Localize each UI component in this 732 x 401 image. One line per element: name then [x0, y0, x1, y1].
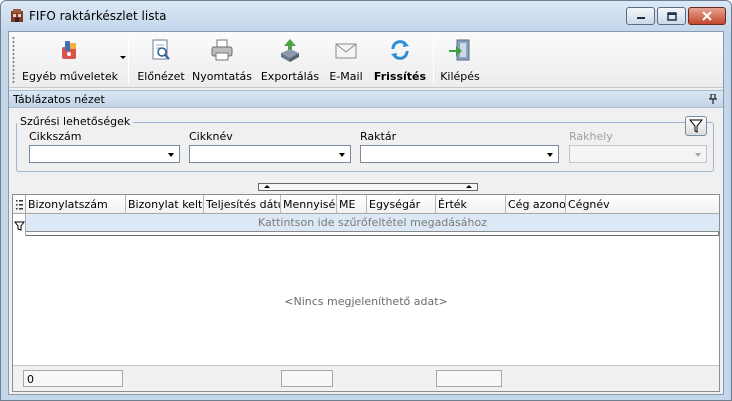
- raktar-combo[interactable]: [360, 145, 559, 163]
- column-header-bizonylatszam[interactable]: Bizonylatszám: [26, 195, 126, 214]
- export-button[interactable]: Exportálás: [259, 34, 321, 86]
- footer-sum-value: [436, 370, 502, 387]
- minimize-button[interactable]: [626, 7, 655, 25]
- column-header-ertek[interactable]: Érték: [436, 195, 506, 214]
- print-label: Nyomtatás: [191, 70, 253, 83]
- exit-label: Kilépés: [440, 70, 480, 83]
- chevron-down-icon: [695, 153, 701, 157]
- cikknev-label: Cikknév: [189, 130, 233, 143]
- column-header-egysegar[interactable]: Egységár: [367, 195, 436, 214]
- maximize-icon: [666, 11, 677, 21]
- filter-row-hint[interactable]: Kattintson ide szűrőfeltétel megadásához: [26, 216, 719, 229]
- tools-icon: [62, 41, 76, 59]
- data-grid: Bizonylatszám Bizonylat kelte Teljesítés…: [12, 194, 720, 392]
- refresh-button[interactable]: Frissítés: [373, 34, 427, 86]
- chevron-down-icon[interactable]: [120, 56, 126, 59]
- column-list-icon: [16, 200, 23, 210]
- column-header-ceg-azonosito[interactable]: Cég azonosító: [506, 195, 566, 214]
- print-button[interactable]: Nyomtatás: [191, 34, 253, 86]
- chevron-up-icon: [466, 185, 472, 188]
- maximize-button[interactable]: [657, 7, 686, 25]
- cikkszam-combo[interactable]: [29, 145, 180, 163]
- column-header-mennyiseg[interactable]: Mennyiség: [281, 195, 337, 214]
- client-area: Egyéb műveletek Előnézet Nyomtatás Expor…: [8, 31, 724, 395]
- printer-icon: [211, 39, 233, 61]
- filter-splitter[interactable]: [258, 183, 478, 191]
- refresh-icon: [391, 40, 409, 60]
- toolbar-grip[interactable]: [12, 36, 15, 84]
- panel-title: Táblázatos nézet: [13, 93, 105, 106]
- column-header-me[interactable]: ME: [337, 195, 367, 214]
- funnel-icon: [14, 221, 25, 231]
- preview-label: Előnézet: [137, 70, 185, 83]
- preview-button[interactable]: Előnézet: [135, 34, 187, 86]
- cikknev-combo[interactable]: [189, 145, 351, 163]
- column-header-bizonylat-kelte[interactable]: Bizonylat kelte: [126, 195, 204, 214]
- apply-filter-button[interactable]: [685, 116, 707, 136]
- chevron-up-icon: [264, 185, 270, 188]
- grid-footer: 0: [13, 365, 719, 391]
- cikkszam-label: Cikkszám: [29, 130, 82, 143]
- column-header-teljesites-datuma[interactable]: Teljesítés dátuma: [204, 195, 281, 214]
- export-icon: [281, 39, 299, 62]
- grid-header: Bizonylatszám Bizonylat kelte Teljesítés…: [13, 195, 719, 214]
- toolbar: Egyéb műveletek Előnézet Nyomtatás Expor…: [9, 32, 723, 88]
- toolbar-separator: [128, 36, 129, 84]
- other-actions-label: Egyéb műveletek: [22, 70, 118, 83]
- window-title: FIFO raktárkészlet lista: [29, 9, 167, 23]
- chevron-down-icon: [547, 153, 553, 157]
- rakhely-combo: [569, 145, 707, 163]
- toolbar-separator: [433, 36, 434, 84]
- pin-icon[interactable]: [709, 94, 717, 104]
- grid-filter-row[interactable]: Kattintson ide szűrőfeltétel megadásához: [13, 214, 719, 236]
- title-bar[interactable]: FIFO raktárkészlet lista: [1, 1, 731, 31]
- minimize-icon: [636, 17, 645, 19]
- grid-view-panel-header: Táblázatos nézet: [9, 90, 723, 108]
- empty-grid-message: <Nincs megjeleníthető adat>: [284, 295, 448, 308]
- funnel-icon: [688, 119, 704, 133]
- filter-row-editor: [26, 232, 719, 236]
- column-header-cegnev[interactable]: Cégnév: [566, 195, 719, 214]
- column-chooser-button[interactable]: [13, 195, 26, 214]
- filter-group-legend: Szűrési lehetőségek: [17, 115, 134, 128]
- email-icon: [335, 43, 357, 59]
- exit-icon: [449, 39, 470, 61]
- raktar-label: Raktár: [360, 130, 397, 143]
- close-button[interactable]: [688, 7, 726, 25]
- refresh-label: Frissítés: [373, 70, 427, 83]
- email-label: E-Mail: [329, 70, 363, 83]
- chevron-down-icon: [168, 153, 174, 157]
- rakhely-label: Rakhely: [569, 130, 613, 143]
- email-button[interactable]: E-Mail: [325, 34, 367, 86]
- footer-count: 0: [23, 370, 123, 387]
- app-logo-icon: [11, 9, 23, 22]
- filter-row-button[interactable]: [13, 214, 26, 236]
- export-label: Exportálás: [260, 70, 320, 83]
- chevron-down-icon: [339, 153, 345, 157]
- other-actions-button[interactable]: Egyéb műveletek: [22, 34, 118, 86]
- close-icon: [702, 11, 712, 21]
- preview-icon: [152, 39, 170, 60]
- app-window: FIFO raktárkészlet lista Egyéb műveletek: [0, 0, 732, 401]
- exit-button[interactable]: Kilépés: [438, 34, 482, 86]
- footer-sum-quantity: [281, 370, 333, 387]
